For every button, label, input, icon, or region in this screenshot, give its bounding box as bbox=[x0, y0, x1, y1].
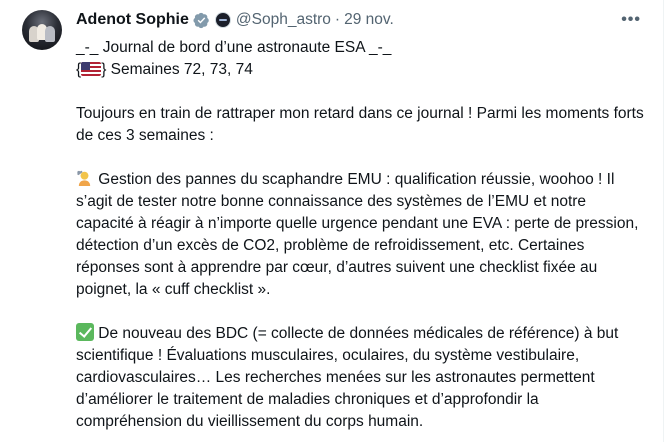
weeks-text: } Semaines 72, 73, 74 bbox=[101, 61, 253, 78]
avatar[interactable] bbox=[22, 10, 62, 50]
item-bdc-paragraph: De nouveau des BDC (= collecte de donnée… bbox=[76, 323, 648, 433]
more-options-icon[interactable]: ••• bbox=[621, 12, 641, 28]
title-line: _-_ Journal de bord d’une astronaute ESA… bbox=[76, 39, 392, 56]
intro-paragraph: Toujours en train de rattraper mon retar… bbox=[76, 105, 649, 144]
tweet: Adenot Sophie @Soph_astro · 29 nov. ••• … bbox=[0, 0, 664, 442]
check-mark-emoji bbox=[76, 323, 94, 341]
item-emu-text: Gestion des pannes du scaphandre EMU : q… bbox=[76, 171, 643, 298]
item-bdc-text: De nouveau des BDC (= collecte de donnée… bbox=[76, 325, 623, 430]
us-flag-emoji bbox=[81, 62, 102, 76]
tweet-header: Adenot Sophie @Soph_astro · 29 nov. bbox=[76, 9, 394, 31]
author-name[interactable]: Adenot Sophie bbox=[76, 11, 189, 29]
weeks-line: {} Semaines 72, 73, 74 bbox=[76, 59, 648, 81]
verified-badge-icon[interactable] bbox=[193, 12, 210, 29]
esa-affiliation-badge-icon[interactable] bbox=[214, 12, 231, 28]
item-emu-paragraph: Gestion des pannes du scaphandre EMU : q… bbox=[76, 169, 648, 301]
header-separator: · bbox=[334, 11, 341, 28]
author-handle[interactable]: @Soph_astro bbox=[236, 11, 331, 29]
tweet-text: _-_ Journal de bord d’une astronaute ESA… bbox=[76, 37, 648, 433]
mechanic-emoji bbox=[77, 170, 91, 187]
tweet-date[interactable]: 29 nov. bbox=[344, 11, 394, 29]
avatar-figure bbox=[45, 26, 55, 42]
